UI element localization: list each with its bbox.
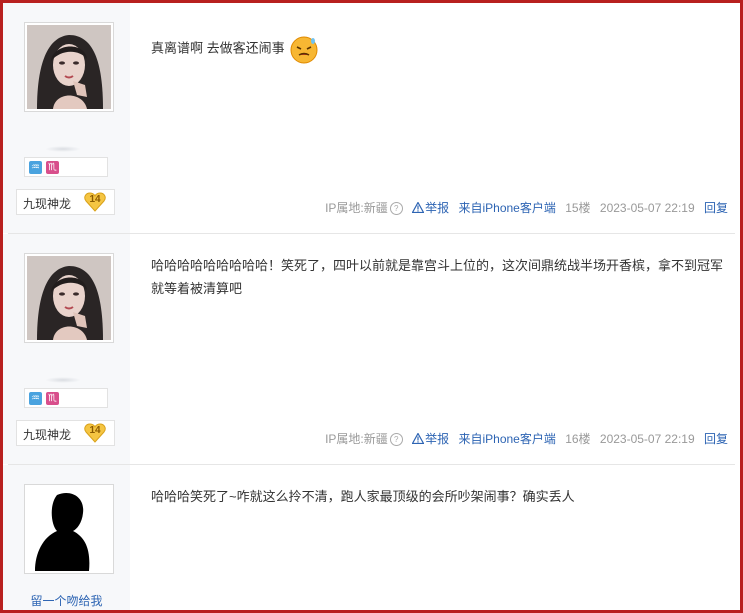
question-icon[interactable]: ? [389, 433, 403, 446]
post-floor-15: ♒ ♏ 九现神龙 14 真离谱啊 去做客还闹事 IP属地:新疆? 举报 来自iP… [3, 3, 740, 233]
author-sidebar: ♒ ♏ 九现神龙 14 [3, 234, 130, 464]
post-time: 2023-05-07 22:19 [599, 432, 695, 446]
report-link[interactable]: 举报 [412, 432, 449, 446]
post-text: 真离谱啊 去做客还闹事 [151, 40, 285, 56]
avatar[interactable] [24, 253, 114, 343]
level-heart-icon[interactable]: 14 [84, 423, 106, 443]
question-icon[interactable]: ? [389, 202, 403, 215]
post-tail: IP属地:新疆? 举报 来自iPhone客户端 16楼 2023-05-07 2… [319, 430, 728, 447]
level-number: 14 [89, 425, 101, 436]
warning-icon [412, 433, 425, 444]
post-content: 真离谱啊 去做客还闹事 [151, 34, 728, 64]
aquarius-icon[interactable]: ♒ [29, 392, 42, 405]
author-sidebar: ♒ ♏ 九现神龙 14 [3, 3, 130, 233]
username[interactable]: 九现神龙 [23, 426, 71, 443]
scorpio-icon[interactable]: ♏ [46, 161, 59, 174]
emoji-sweat-icon [290, 36, 318, 64]
warning-icon [412, 202, 425, 213]
constellation-badges: ♒ ♏ [24, 157, 108, 177]
post-time: 2023-05-07 22:19 [599, 201, 695, 215]
aquarius-icon[interactable]: ♒ [29, 161, 42, 174]
floor-number: 16楼 [565, 432, 591, 446]
report-label: 举报 [425, 201, 450, 215]
avatar-shadow [45, 146, 81, 152]
client-source[interactable]: 来自iPhone客户端 [458, 432, 555, 446]
avatar-shadow [45, 377, 81, 383]
client-source[interactable]: 来自iPhone客户端 [458, 201, 555, 215]
report-label: 举报 [425, 432, 450, 446]
post-floor-16: ♒ ♏ 九现神龙 14 哈哈哈哈哈哈哈哈哈！笑死了，四叶以前就是靠宫斗上位的，这… [3, 234, 740, 464]
client-source-text: 来自iPhone客户端 [458, 201, 556, 215]
username[interactable]: 九现神龙 [23, 195, 71, 212]
reply-link[interactable]: 回复 [704, 201, 728, 215]
post-floor-17: 留一个吻给我 哈哈哈笑死了~咋就这么拎不清，跑人家最顶级的会所吵架闹事？确实丢人 [3, 465, 740, 610]
constellation-badges: ♒ ♏ [24, 388, 108, 408]
report-link[interactable]: 举报 [412, 201, 449, 215]
avatar-silhouette-icon [27, 487, 111, 571]
username-box: 九现神龙 14 [16, 420, 115, 446]
floor-number: 15楼 [565, 201, 591, 215]
avatar[interactable] [24, 484, 114, 574]
username[interactable]: 留一个吻给我 [3, 592, 130, 609]
reply-link[interactable]: 回复 [704, 432, 728, 446]
author-sidebar: 留一个吻给我 [3, 465, 130, 610]
level-heart-icon[interactable]: 14 [84, 192, 106, 212]
post-text: 哈哈哈哈哈哈哈哈哈！笑死了，四叶以前就是靠宫斗上位的，这次间鼎统战半场开香槟，拿… [151, 258, 724, 296]
avatar[interactable] [24, 22, 114, 112]
level-number: 14 [89, 194, 101, 205]
client-source-text: 来自iPhone客户端 [458, 432, 556, 446]
post-content: 哈哈哈哈哈哈哈哈哈！笑死了，四叶以前就是靠宫斗上位的，这次间鼎统战半场开香槟，拿… [151, 254, 728, 300]
post-tail: IP属地:新疆? 举报 来自iPhone客户端 15楼 2023-05-07 2… [319, 199, 728, 216]
post-content: 哈哈哈笑死了~咋就这么拎不清，跑人家最顶级的会所吵架闹事？确实丢人 [151, 485, 728, 508]
avatar-woman-icon [27, 25, 111, 109]
scorpio-icon[interactable]: ♏ [46, 392, 59, 405]
ip-location: IP属地:新疆 [325, 201, 388, 215]
username-box: 九现神龙 14 [16, 189, 115, 215]
post-text: 哈哈哈笑死了~咋就这么拎不清，跑人家最顶级的会所吵架闹事？确实丢人 [151, 489, 575, 504]
avatar-woman-icon [27, 256, 111, 340]
ip-location: IP属地:新疆 [325, 432, 388, 446]
